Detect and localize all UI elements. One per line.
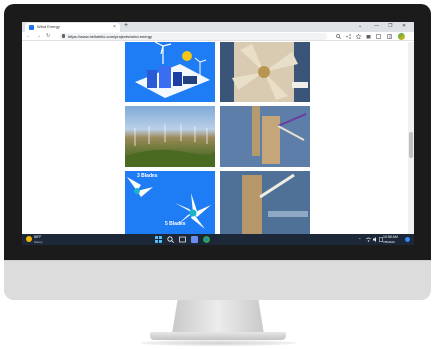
scrollbar-thumb[interactable] [409,132,413,158]
chevron-up-icon[interactable]: ⌃ [358,237,361,242]
tab-title: Wind Energy [37,24,60,29]
browser-tab[interactable]: Wind Energy × [25,23,120,32]
chrome-icon[interactable] [203,236,210,243]
stand-shadow [140,340,296,346]
monitor-screen: Wind Energy × + ⌄ — ❐ ✕ ← → ↻ https://ww… [22,22,414,245]
tab-search-icon[interactable]: ⌄ [358,23,362,29]
reading-list-icon[interactable] [376,34,381,39]
notification-icon[interactable] [405,237,410,242]
wind-farm-illustration[interactable] [125,42,215,102]
monitor-stand-neck [172,300,264,334]
back-button[interactable]: ← [26,33,31,39]
zoom-icon[interactable] [336,34,341,39]
sun-icon[interactable] [26,236,32,242]
address-url: https://www.hellotello.com/projects/wind… [68,34,153,39]
maximize-button[interactable]: ❐ [388,23,392,29]
taskbar: 86°F Sunny ⌃ 10:58 AM 7/8/2022 [22,234,414,245]
turbine-on-tiles-graphic [220,106,310,167]
start-button-icon[interactable] [155,236,162,243]
turbine-closeup-graphic [220,171,310,234]
pinwheel-graphic [220,42,310,102]
weather-temperature[interactable]: 86°F [34,235,41,239]
page-scrollbar[interactable] [408,42,414,234]
illustration-graphic [135,42,210,98]
side-panel-icon[interactable] [387,34,392,39]
tab-favicon-icon [29,25,34,30]
star-icon[interactable] [356,34,361,39]
pinwheel-photo[interactable] [220,42,310,102]
speaker-icon[interactable] [373,237,378,242]
minimize-button[interactable]: — [374,23,379,29]
taskbar-time[interactable]: 10:58 AM [383,235,398,239]
search-icon[interactable] [167,236,174,243]
taskbar-date[interactable]: 7/8/2022 [383,240,395,244]
extensions-icon[interactable] [366,34,371,39]
hillside-wind-farm-photo[interactable] [125,106,215,167]
monitor-chin [4,260,431,300]
turbine-closeup-photo[interactable] [220,171,310,234]
tab-close-icon[interactable]: × [113,24,116,30]
lock-icon [62,34,65,38]
forward-button[interactable]: → [36,33,41,39]
page-content: 3 Blades 5 Blades [22,42,414,234]
reload-button[interactable]: ↻ [46,33,50,39]
profile-avatar[interactable] [398,33,405,40]
address-bar[interactable]: https://www.hellotello.com/projects/wind… [59,33,327,40]
wifi-icon[interactable] [366,237,371,242]
wind-farm-landscape-graphic [125,124,215,167]
share-icon[interactable] [346,34,351,39]
weather-description: Sunny [34,239,43,244]
monitor-stand-foot [150,332,286,340]
close-window-button[interactable]: ✕ [402,23,406,29]
browser-tab-strip: Wind Energy × + ⌄ — ❐ ✕ [22,22,414,32]
task-view-icon[interactable] [179,236,186,243]
stage: Wind Energy × + ⌄ — ❐ ✕ ← → ↻ https://ww… [0,0,434,349]
blade-count-diagram[interactable]: 3 Blades 5 Blades [125,171,215,234]
new-tab-button[interactable]: + [124,22,128,29]
widgets-icon[interactable] [191,236,198,243]
five-blades-label: 5 Blades [165,221,186,227]
browser-toolbar: ← → ↻ https://www.hellotello.com/project… [22,32,414,41]
three-blades-label: 3 Blades [137,173,158,179]
cardboard-turbine-photo[interactable] [220,106,310,167]
